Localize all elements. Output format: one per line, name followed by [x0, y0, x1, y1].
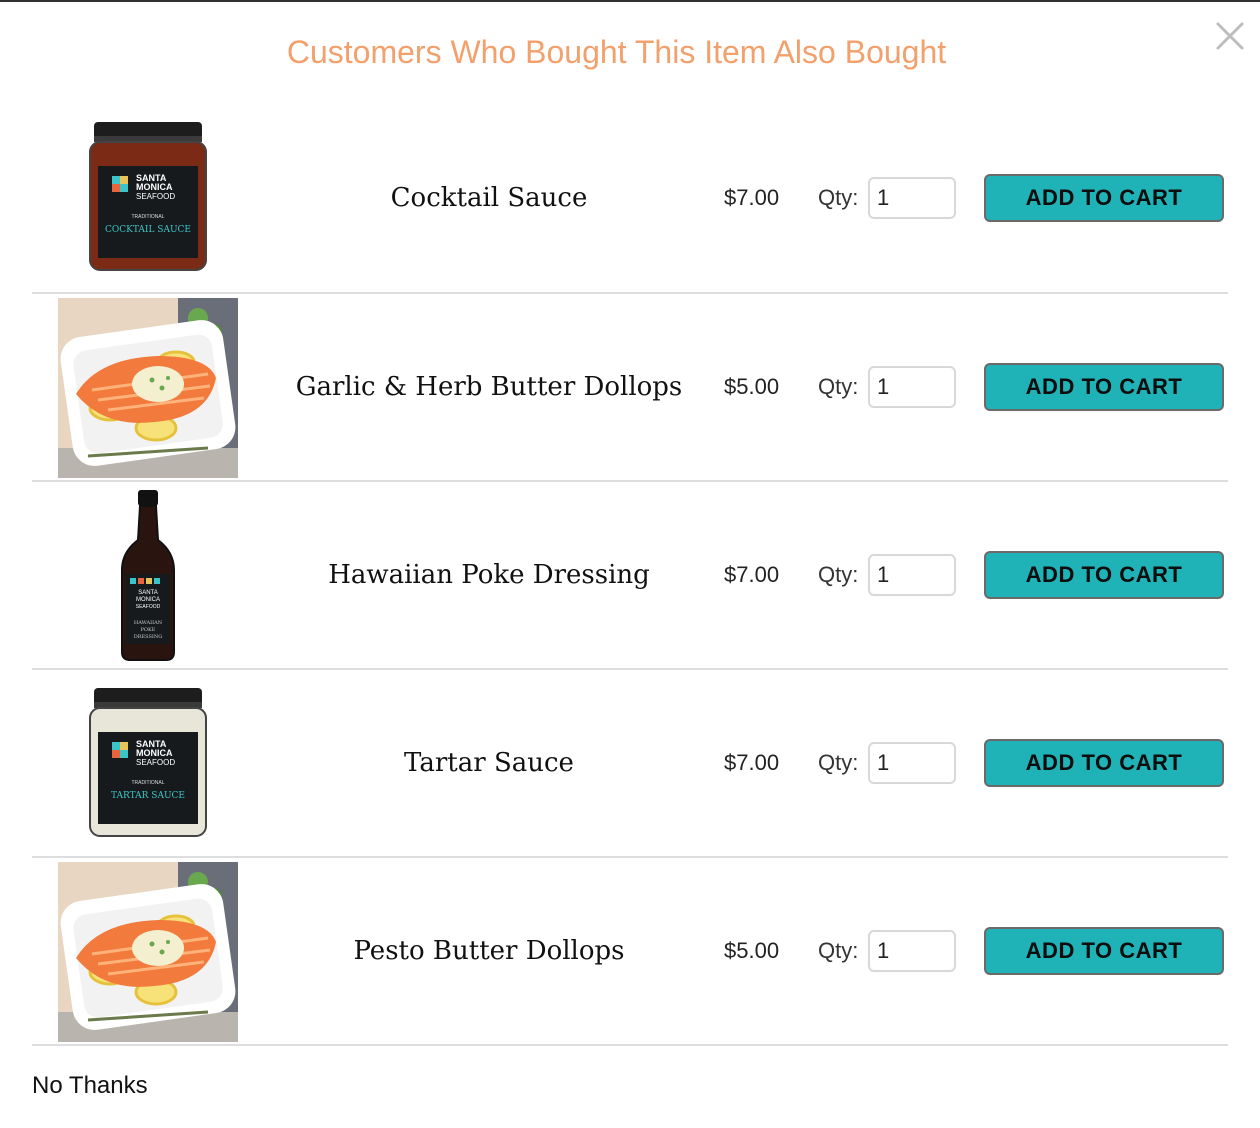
dialog-title: Customers Who Bought This Item Also Boug… — [286, 34, 947, 70]
product-image[interactable] — [58, 298, 238, 478]
svg-text:SEAFOOD: SEAFOOD — [136, 192, 175, 201]
qty-label: Qty: — [818, 185, 859, 210]
svg-text:TRADITIONAL: TRADITIONAL — [131, 780, 164, 786]
product-image[interactable]: SANTA MONICA SEAFOOD TRADITIONAL COCKTAI… — [58, 108, 238, 288]
product-price: $7.00 — [724, 185, 780, 210]
svg-text:SEAFOOD: SEAFOOD — [136, 604, 161, 610]
svg-text:MONICA: MONICA — [136, 597, 160, 603]
no-thanks-link[interactable]: No Thanks — [32, 1072, 148, 1100]
qty-input[interactable] — [868, 742, 956, 784]
top-border — [0, 0, 1260, 2]
qty-input[interactable] — [868, 930, 956, 972]
svg-text:MONICA: MONICA — [136, 182, 173, 192]
svg-text:HAWAIIAN: HAWAIIAN — [134, 620, 163, 626]
qty-input[interactable] — [868, 554, 956, 596]
product-image[interactable] — [58, 862, 238, 1042]
svg-text:COCKTAIL SAUCE: COCKTAIL SAUCE — [105, 225, 191, 235]
product-image[interactable]: SANTA MONICA SEAFOOD HAWAIIAN POKE DRESS… — [58, 486, 238, 666]
product-price: $5.00 — [724, 938, 780, 963]
product-row: SANTA MONICA SEAFOOD TRADITIONAL COCKTAI… — [32, 104, 1228, 294]
svg-text:MONICA: MONICA — [136, 748, 173, 758]
product-name[interactable]: Tartar Sauce — [282, 748, 696, 778]
product-price: $5.00 — [724, 374, 780, 399]
add-to-cart-button[interactable]: ADD TO CART — [984, 174, 1224, 222]
product-name[interactable]: Garlic & Herb Butter Dollops — [282, 372, 696, 402]
product-name[interactable]: Hawaiian Poke Dressing — [282, 560, 696, 590]
product-price: $7.00 — [724, 562, 780, 587]
svg-text:SANTA: SANTA — [138, 590, 158, 596]
add-to-cart-button[interactable]: ADD TO CART — [984, 739, 1224, 787]
qty-label: Qty: — [818, 562, 859, 587]
svg-text:TARTAR SAUCE: TARTAR SAUCE — [111, 791, 185, 801]
qty-label: Qty: — [818, 938, 859, 963]
svg-text:SEAFOOD: SEAFOOD — [136, 758, 175, 767]
svg-text:DRESSING: DRESSING — [134, 634, 163, 640]
qty-input[interactable] — [868, 177, 956, 219]
product-row: Pesto Butter Dollops $5.00 Qty: ADD TO C… — [32, 858, 1228, 1046]
product-image[interactable]: SANTA MONICA SEAFOOD TRADITIONAL TARTAR … — [58, 674, 238, 854]
product-row: Garlic & Herb Butter Dollops $5.00 Qty: … — [32, 294, 1228, 482]
product-list: SANTA MONICA SEAFOOD TRADITIONAL COCKTAI… — [32, 104, 1228, 1046]
svg-text:TRADITIONAL: TRADITIONAL — [131, 214, 164, 220]
qty-label: Qty: — [818, 750, 859, 775]
product-name[interactable]: Cocktail Sauce — [282, 183, 696, 213]
product-row: SANTA MONICA SEAFOOD TRADITIONAL TARTAR … — [32, 670, 1228, 858]
add-to-cart-button[interactable]: ADD TO CART — [984, 363, 1224, 411]
product-name[interactable]: Pesto Butter Dollops — [282, 936, 696, 966]
qty-input[interactable] — [868, 366, 956, 408]
add-to-cart-button[interactable]: ADD TO CART — [984, 551, 1224, 599]
product-row: SANTA MONICA SEAFOOD HAWAIIAN POKE DRESS… — [32, 482, 1228, 670]
product-price: $7.00 — [724, 750, 780, 775]
add-to-cart-button[interactable]: ADD TO CART — [984, 927, 1224, 975]
qty-label: Qty: — [818, 374, 859, 399]
svg-text:POKE: POKE — [141, 627, 156, 633]
